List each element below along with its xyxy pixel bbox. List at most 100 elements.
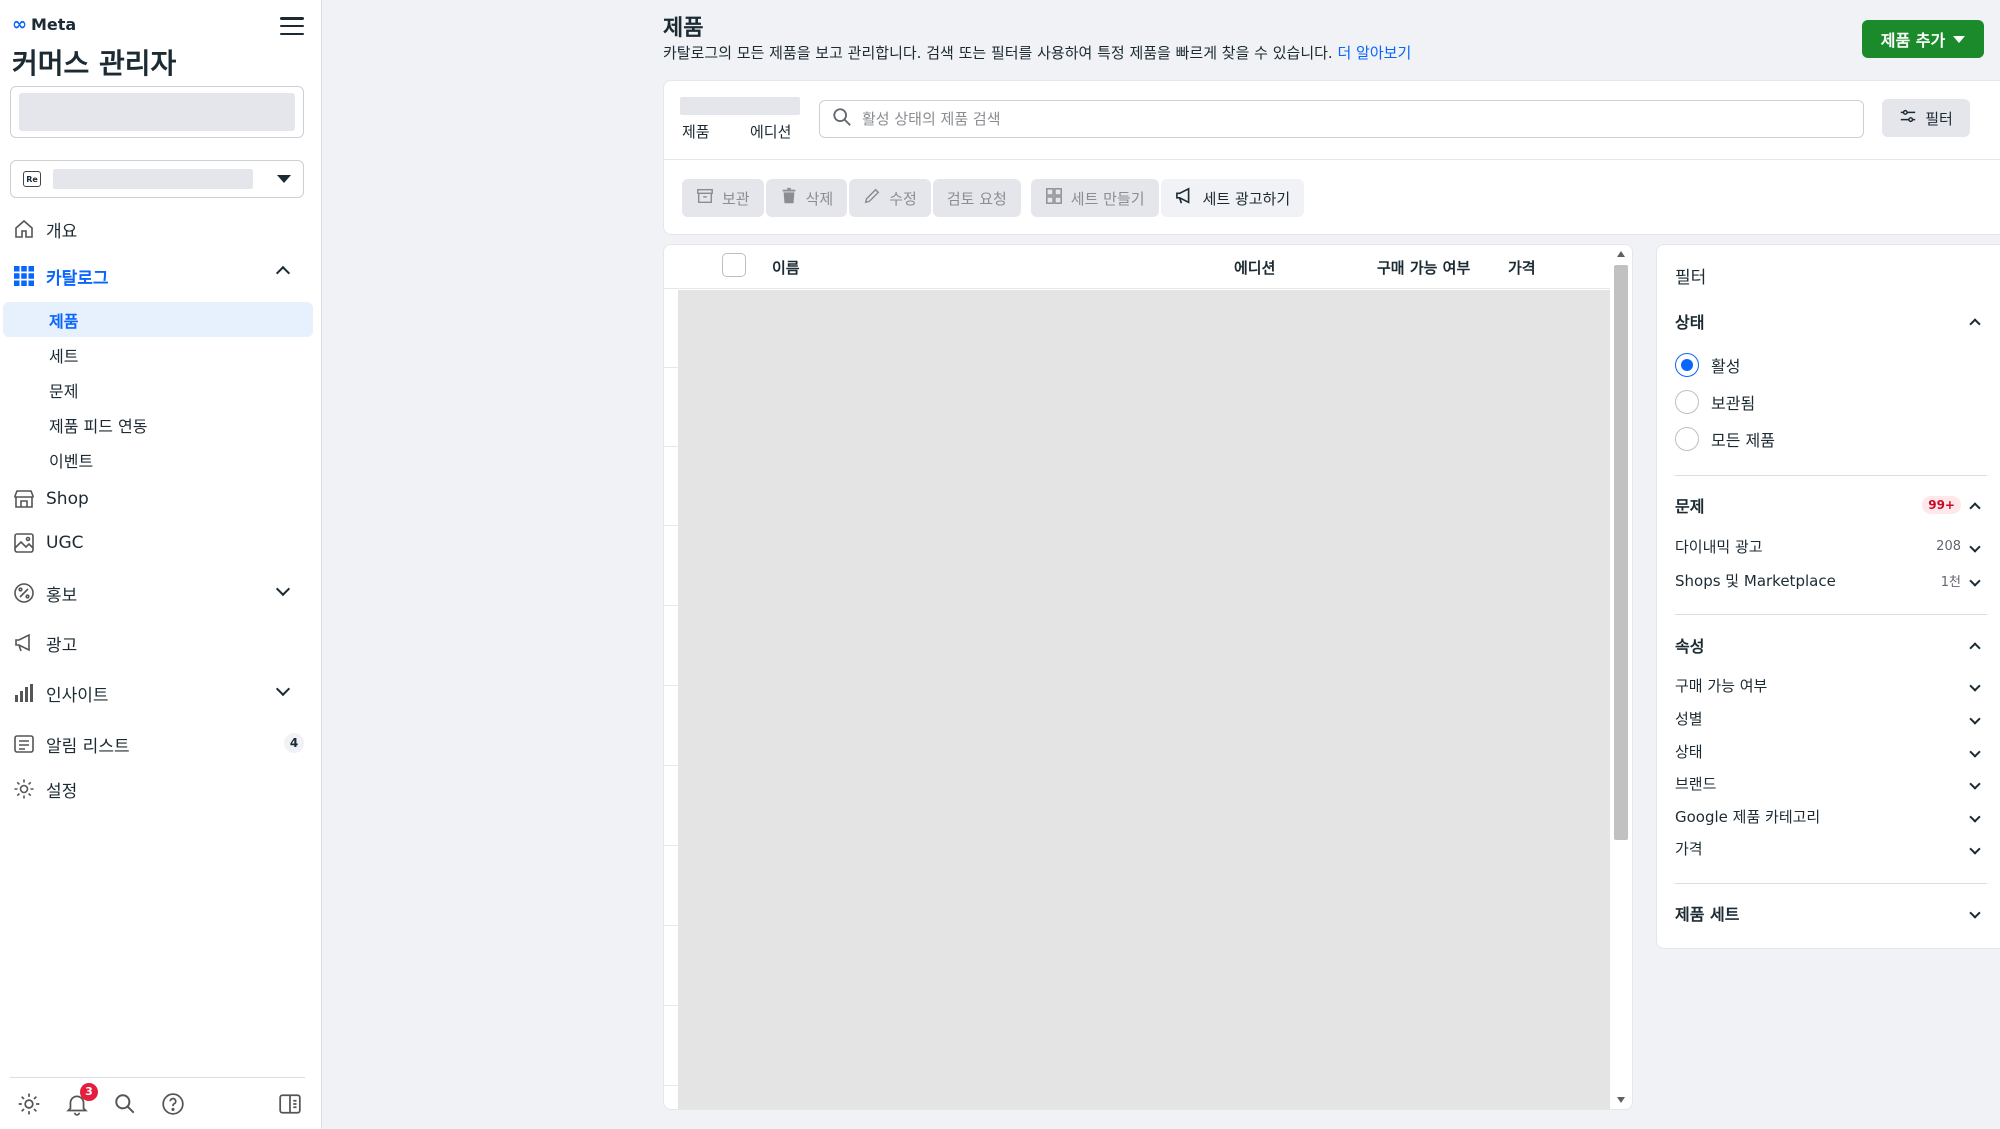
divider: [1675, 614, 1987, 615]
scroll-thumb[interactable]: [1614, 265, 1628, 840]
tab-editions[interactable]: 에디션: [750, 121, 791, 142]
attribute-row[interactable]: 상태: [1675, 741, 1987, 762]
sidebar-item-ugc[interactable]: UGC: [0, 521, 322, 565]
filter-panel: 필터 상태 활성 보관됨 모든 제품 문제 99+ 다이내믹 광고 208 Sh…: [1656, 244, 2000, 949]
sidebar-item-ads[interactable]: 광고: [0, 621, 322, 665]
scroll-up-icon[interactable]: [1617, 251, 1625, 257]
edit-button[interactable]: 수정: [849, 179, 931, 217]
filter-section-product-sets[interactable]: 제품 세트: [1675, 901, 1987, 925]
column-header-edition[interactable]: 에디션: [1234, 257, 1275, 278]
search-icon[interactable]: [110, 1089, 140, 1119]
promote-set-button[interactable]: 세트 광고하기: [1160, 179, 1305, 217]
business-selector[interactable]: Re: [10, 160, 304, 198]
meta-logo-icon: ∞: [12, 14, 27, 35]
chevron-down-icon: [1969, 810, 1981, 823]
chevron-down-icon: [1969, 679, 1981, 692]
attribute-label: 가격: [1675, 840, 1703, 858]
attribute-row[interactable]: Google 제품 카테고리: [1675, 806, 1987, 827]
caret-down-icon: [1953, 35, 1966, 43]
attribute-row[interactable]: 가격: [1675, 838, 1987, 859]
bell-icon[interactable]: 3: [62, 1082, 98, 1119]
help-icon[interactable]: [158, 1089, 188, 1119]
issue-row-dynamic-ads[interactable]: 다이내믹 광고 208: [1675, 536, 1987, 557]
bar-chart-icon: [12, 681, 36, 705]
business-badge: Re: [23, 171, 41, 187]
sidebar-subitem-events[interactable]: 이벤트: [3, 442, 313, 477]
filter-section-attributes[interactable]: 속성: [1675, 633, 1987, 657]
chevron-down-icon: [1969, 842, 1981, 855]
chevron-up-icon: [1969, 318, 1981, 330]
chevron-down-icon: [1969, 907, 1981, 919]
tab-products[interactable]: 제품: [682, 121, 710, 142]
sidebar-nav: 개요 카탈로그 제품 세트 문제 제품 피드 연동 이벤트 Shop UGC 홍…: [0, 208, 322, 811]
row-divider: [664, 925, 678, 926]
attribute-label: 성별: [1675, 710, 1703, 728]
status-option-archived[interactable]: 보관됨: [1675, 390, 1755, 414]
app-title: 커머스 관리자: [12, 47, 177, 80]
settings-gear-icon[interactable]: [14, 1089, 44, 1119]
list-icon: [12, 732, 36, 756]
account-placeholder: [19, 93, 295, 131]
filter-section-label: 속성: [1675, 637, 1705, 656]
sidebar-subitem-issues[interactable]: 문제: [3, 372, 313, 407]
sidebar-item-settings[interactable]: 설정: [0, 767, 322, 811]
search-input[interactable]: [862, 110, 1851, 128]
meta-brand[interactable]: ∞ Meta: [12, 14, 76, 35]
row-divider: [664, 446, 678, 447]
sidebar-item-shop[interactable]: Shop: [0, 477, 322, 521]
divider: [1675, 475, 1987, 476]
scroll-down-icon[interactable]: [1617, 1097, 1625, 1103]
caret-down-icon: [277, 175, 291, 183]
sidebar-subitem-products[interactable]: 제품: [3, 302, 313, 337]
status-option-all[interactable]: 모든 제품: [1675, 427, 1775, 451]
divider: [1675, 883, 1987, 884]
product-search[interactable]: [819, 100, 1864, 138]
sidebar-subitem-sets[interactable]: 세트: [3, 337, 313, 372]
image-icon: [12, 531, 36, 555]
filter-section-issues[interactable]: 문제 99+: [1675, 493, 1987, 517]
account-selector[interactable]: [10, 86, 304, 138]
column-header-name[interactable]: 이름: [772, 257, 800, 278]
panel-toggle-icon[interactable]: [275, 1089, 305, 1119]
learn-more-link[interactable]: 더 알아보기: [1337, 44, 1411, 62]
megaphone-icon: [1175, 187, 1195, 209]
sidebar-item-catalog[interactable]: 카탈로그: [0, 250, 322, 302]
sidebar-item-insights[interactable]: 인사이트: [0, 665, 322, 721]
delete-label: 삭제: [805, 189, 834, 208]
delete-button[interactable]: 삭제: [765, 179, 848, 217]
select-all-checkbox[interactable]: [722, 253, 746, 277]
column-header-availability[interactable]: 구매 가능 여부: [1377, 257, 1470, 278]
home-icon: [12, 217, 36, 241]
request-review-button[interactable]: 검토 요청: [932, 179, 1021, 217]
radio-active[interactable]: [1675, 353, 1699, 377]
sidebar-item-alerts[interactable]: 알림 리스트 4: [0, 721, 322, 767]
attribute-row[interactable]: 브랜드: [1675, 773, 1987, 794]
table-scrollbar[interactable]: [1610, 245, 1632, 1109]
page-description: 카탈로그의 모든 제품을 보고 관리합니다. 검색 또는 필터를 사용하여 특정…: [663, 42, 1411, 63]
sidebar-item-label: 개요: [46, 221, 78, 242]
chevron-up-icon: [275, 265, 291, 281]
bulk-action-toolbar: 보관 삭제 수정 검토 요청 세트 만들기 세트 광고하기: [682, 179, 1305, 217]
attribute-row[interactable]: 구매 가능 여부: [1675, 675, 1987, 696]
sidebar-subitem-feeds[interactable]: 제품 피드 연동: [3, 407, 313, 442]
menu-icon[interactable]: [280, 14, 304, 38]
attribute-label: 구매 가능 여부: [1675, 677, 1768, 695]
column-header-price[interactable]: 가격: [1508, 257, 1536, 278]
archive-button[interactable]: 보관: [682, 179, 764, 217]
filter-button[interactable]: 필터: [1882, 99, 1970, 137]
sidebar-item-overview[interactable]: 개요: [0, 208, 322, 250]
radio-all[interactable]: [1675, 427, 1699, 451]
make-set-button[interactable]: 세트 만들기: [1030, 179, 1159, 217]
row-divider: [664, 605, 678, 606]
sidebar-item-label: Shop: [46, 489, 89, 509]
add-product-button[interactable]: 제품 추가: [1862, 20, 1984, 58]
row-divider: [664, 685, 678, 686]
status-option-active[interactable]: 활성: [1675, 353, 1740, 377]
radio-archived[interactable]: [1675, 390, 1699, 414]
issue-row-shops-marketplace[interactable]: Shops 및 Marketplace 1천: [1675, 570, 1987, 591]
filter-section-status[interactable]: 상태: [1675, 309, 1987, 333]
sidebar-item-promotions[interactable]: 홍보: [0, 565, 322, 621]
attribute-row[interactable]: 성별: [1675, 708, 1987, 729]
product-controls-card: 제품 에디션 필터 보관: [663, 80, 2000, 235]
sidebar-item-label: 카탈로그: [46, 268, 109, 289]
